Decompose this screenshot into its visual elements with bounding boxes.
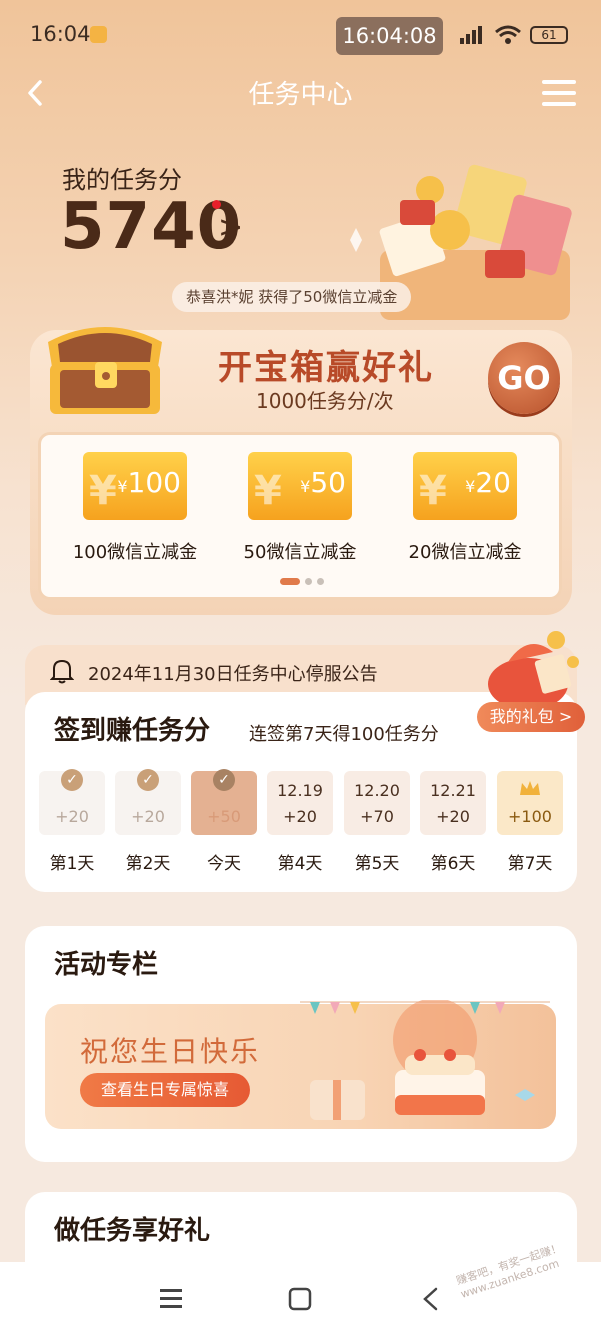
chest-cost: 1000任务分/次	[256, 389, 394, 413]
prize-name: 50微信立减金	[243, 542, 357, 563]
tasks-title: 做任务享好礼	[54, 1210, 211, 1249]
signin-day-5[interactable]: 12.20 +70 第5天	[344, 771, 410, 874]
bell-icon	[50, 659, 74, 684]
back-nav-icon[interactable]	[418, 1286, 444, 1312]
menu-icon[interactable]	[542, 80, 576, 106]
prize-name: 100微信立减金	[72, 542, 198, 563]
signin-day-7[interactable]: +100 第7天	[497, 771, 563, 874]
status-clock: 16:04:08	[336, 17, 443, 55]
signin-subtitle: 连签第7天得100任务分	[249, 724, 439, 745]
birthday-surprise-button[interactable]: 查看生日专属惊喜	[80, 1073, 250, 1107]
carousel-indicator	[280, 578, 324, 585]
recent-apps-icon[interactable]	[158, 1286, 184, 1310]
signal-icon	[460, 26, 482, 44]
prize-name: 20微信立减金	[408, 542, 522, 563]
check-icon: ✓	[213, 769, 235, 791]
notification-icon	[90, 26, 107, 43]
voucher-icon: ¥ ¥50	[248, 452, 352, 520]
signin-day-4[interactable]: 12.19 +20 第4天	[267, 771, 333, 874]
status-bar: 16:04 16:04:08 61	[0, 0, 601, 70]
my-gift-button[interactable]: 我的礼包 >	[477, 702, 585, 732]
prize-item[interactable]: ¥ ¥50 50微信立减金	[217, 452, 383, 564]
battery-icon: 61	[530, 26, 568, 44]
prize-item[interactable]: ¥ ¥100 100微信立减金	[52, 452, 218, 564]
carousel-dot	[305, 578, 312, 585]
page-title: 任务中心	[248, 80, 353, 110]
gift-bag-icon	[488, 631, 579, 710]
status-time: 16:04	[30, 22, 91, 46]
carousel-dot	[317, 578, 324, 585]
signin-day-2[interactable]: ✓ +20 第2天	[115, 769, 181, 874]
home-icon[interactable]	[287, 1286, 313, 1312]
open-chest-go-button[interactable]: GO	[488, 342, 560, 414]
wifi-icon	[495, 25, 521, 44]
signin-day-today[interactable]: ✓ +50 今天	[191, 769, 257, 874]
activity-title: 活动专栏	[54, 944, 159, 983]
signin-day-6[interactable]: 12.21 +20 第6天	[420, 771, 486, 874]
signin-title: 签到赚任务分	[54, 710, 211, 749]
voucher-icon: ¥ ¥100	[83, 452, 187, 520]
score-red-dot	[212, 200, 221, 209]
check-icon: ✓	[61, 769, 83, 791]
birthday-cake-illustration	[300, 1000, 550, 1120]
check-icon: ✓	[137, 769, 159, 791]
winner-ticker: 恭喜洪*妮 获得了50微信立减金	[172, 282, 412, 312]
chest-title: 开宝箱赢好礼	[218, 348, 434, 388]
crown-icon	[520, 781, 540, 795]
treasure-chest-icon	[48, 327, 162, 414]
score-arrow-icon[interactable]: >	[218, 210, 243, 245]
birthday-title: 祝您生日快乐	[80, 1035, 261, 1068]
signin-day-1[interactable]: ✓ +20 第1天	[39, 769, 105, 874]
prize-item[interactable]: ¥ ¥20 20微信立减金	[382, 452, 548, 564]
notice-text[interactable]: 2024年11月30日任务中心停服公告	[88, 660, 378, 686]
voucher-icon: ¥ ¥20	[413, 452, 517, 520]
carousel-dot	[280, 578, 300, 585]
